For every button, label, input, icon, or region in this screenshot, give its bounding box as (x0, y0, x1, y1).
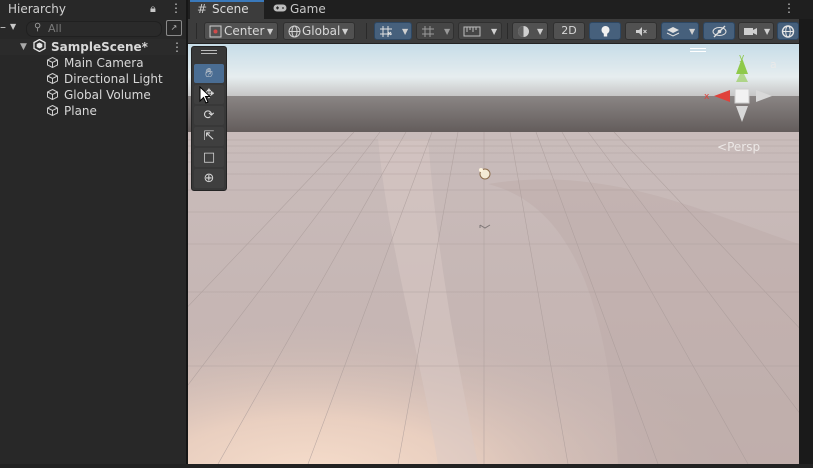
camera-icon (744, 28, 757, 35)
expand-arrow-icon[interactable]: ▼ (20, 39, 27, 55)
effects-dropdown[interactable]: ▼ (661, 22, 699, 40)
toolbar-separator (366, 23, 367, 39)
hand-tool-icon[interactable]: ✋︎ (194, 64, 224, 83)
more-options-icon[interactable]: ⋮ (170, 1, 182, 15)
scene-lighting-toggle[interactable] (589, 22, 621, 40)
chevron-down-icon[interactable]: ▼ (10, 22, 16, 31)
pivot-center-icon (209, 25, 222, 38)
scene-menu-icon[interactable]: ⋮ (171, 39, 183, 55)
list-item[interactable]: Directional Light (64, 71, 163, 87)
globe-icon (288, 25, 301, 38)
gamepad-icon (273, 2, 287, 16)
audio-mute-icon (636, 27, 647, 36)
shaded-sphere-icon (518, 26, 529, 37)
layers-effects-icon (666, 27, 680, 37)
mouse-cursor-icon (199, 86, 211, 104)
transform-tool-icon[interactable]: ⊕ (194, 169, 224, 188)
gameobject-cube-icon (47, 57, 58, 68)
light-gizmo-icon (479, 168, 491, 180)
projection-toggle[interactable]: <Persp (717, 140, 760, 154)
list-item[interactable]: Main Camera (64, 55, 144, 71)
gizmo-globe-icon (781, 25, 795, 38)
palette-drag-handle[interactable] (201, 50, 217, 55)
list-item[interactable]: Plane (64, 103, 97, 119)
gizmo-x-label: x (704, 92, 710, 102)
toolbar-separator (196, 23, 197, 39)
search-input[interactable] (26, 21, 162, 37)
camera-settings-dropdown[interactable]: ▼ (738, 22, 774, 40)
window-edge (799, 19, 813, 468)
eye-slash-icon (712, 25, 727, 38)
chevron-down-icon: ▼ (342, 27, 349, 36)
draw-mode-dropdown[interactable]: ▼ (512, 22, 548, 40)
unity-scene-icon (33, 38, 46, 56)
search-icon: ⚲ (34, 22, 42, 33)
increment-snap-dropdown[interactable]: ▼ (416, 22, 454, 40)
tab-game[interactable]: Game (290, 2, 326, 16)
align-snap-dropdown[interactable]: ▼ (458, 22, 502, 40)
search-placeholder: All (48, 22, 62, 35)
pivot-mode-dropdown[interactable]: Center ▼ (204, 22, 278, 40)
create-dropdown-button[interactable]: – (0, 20, 6, 34)
lock-icon[interactable]: 🔒︎ (150, 2, 156, 16)
more-options-icon[interactable]: ⋮ (783, 1, 795, 15)
projection-label: Persp (727, 140, 761, 154)
chevron-down-icon: ▼ (402, 27, 409, 36)
search-options-button[interactable]: ↗ (166, 20, 182, 36)
bottom-bar (0, 464, 813, 468)
rotate-tool-icon[interactable]: ⟳ (194, 106, 224, 125)
grid-snap-icon (380, 26, 392, 37)
chevron-down-icon: ▼ (689, 27, 696, 36)
scene-audio-toggle[interactable] (625, 22, 657, 40)
toolbar-separator (507, 23, 508, 39)
pivot-mode-label: Center (224, 24, 265, 38)
lightbulb-icon (601, 26, 610, 37)
rect-tool-icon[interactable]: □ (194, 148, 224, 167)
pivot-rotation-dropdown[interactable]: Global ▼ (283, 22, 355, 40)
ruler-icon (463, 26, 481, 37)
grid-icon: # (197, 2, 208, 16)
chevron-down-icon: ▼ (764, 27, 771, 36)
2d-mode-toggle[interactable]: 2D (553, 22, 585, 40)
grid-snapping-toggle[interactable]: ▼ (374, 22, 412, 40)
gizmos-toggle[interactable] (777, 22, 799, 40)
gameobject-cube-icon (47, 73, 58, 84)
snap-increment-icon (422, 26, 434, 37)
gameobject-cube-icon (47, 89, 58, 100)
scale-tool-icon[interactable]: ⇱ (194, 127, 224, 146)
chevron-down-icon: ▼ (537, 27, 544, 36)
tab-scene-label: Scene (212, 2, 249, 16)
chevron-down-icon: ▼ (491, 27, 498, 36)
pivot-rotation-label: Global (302, 24, 341, 38)
gameobject-cube-icon (47, 105, 58, 116)
scene-name: SampleScene* (51, 40, 148, 54)
gizmo-y-label: y (739, 53, 745, 63)
list-item[interactable]: Global Volume (64, 87, 151, 103)
scene-visibility-toggle[interactable] (703, 22, 735, 40)
orientation-gizmo[interactable]: y x (702, 52, 774, 126)
hierarchy-title: Hierarchy (8, 2, 67, 16)
chevron-down-icon: ▼ (267, 27, 274, 36)
chevron-down-icon: ▼ (444, 27, 451, 36)
